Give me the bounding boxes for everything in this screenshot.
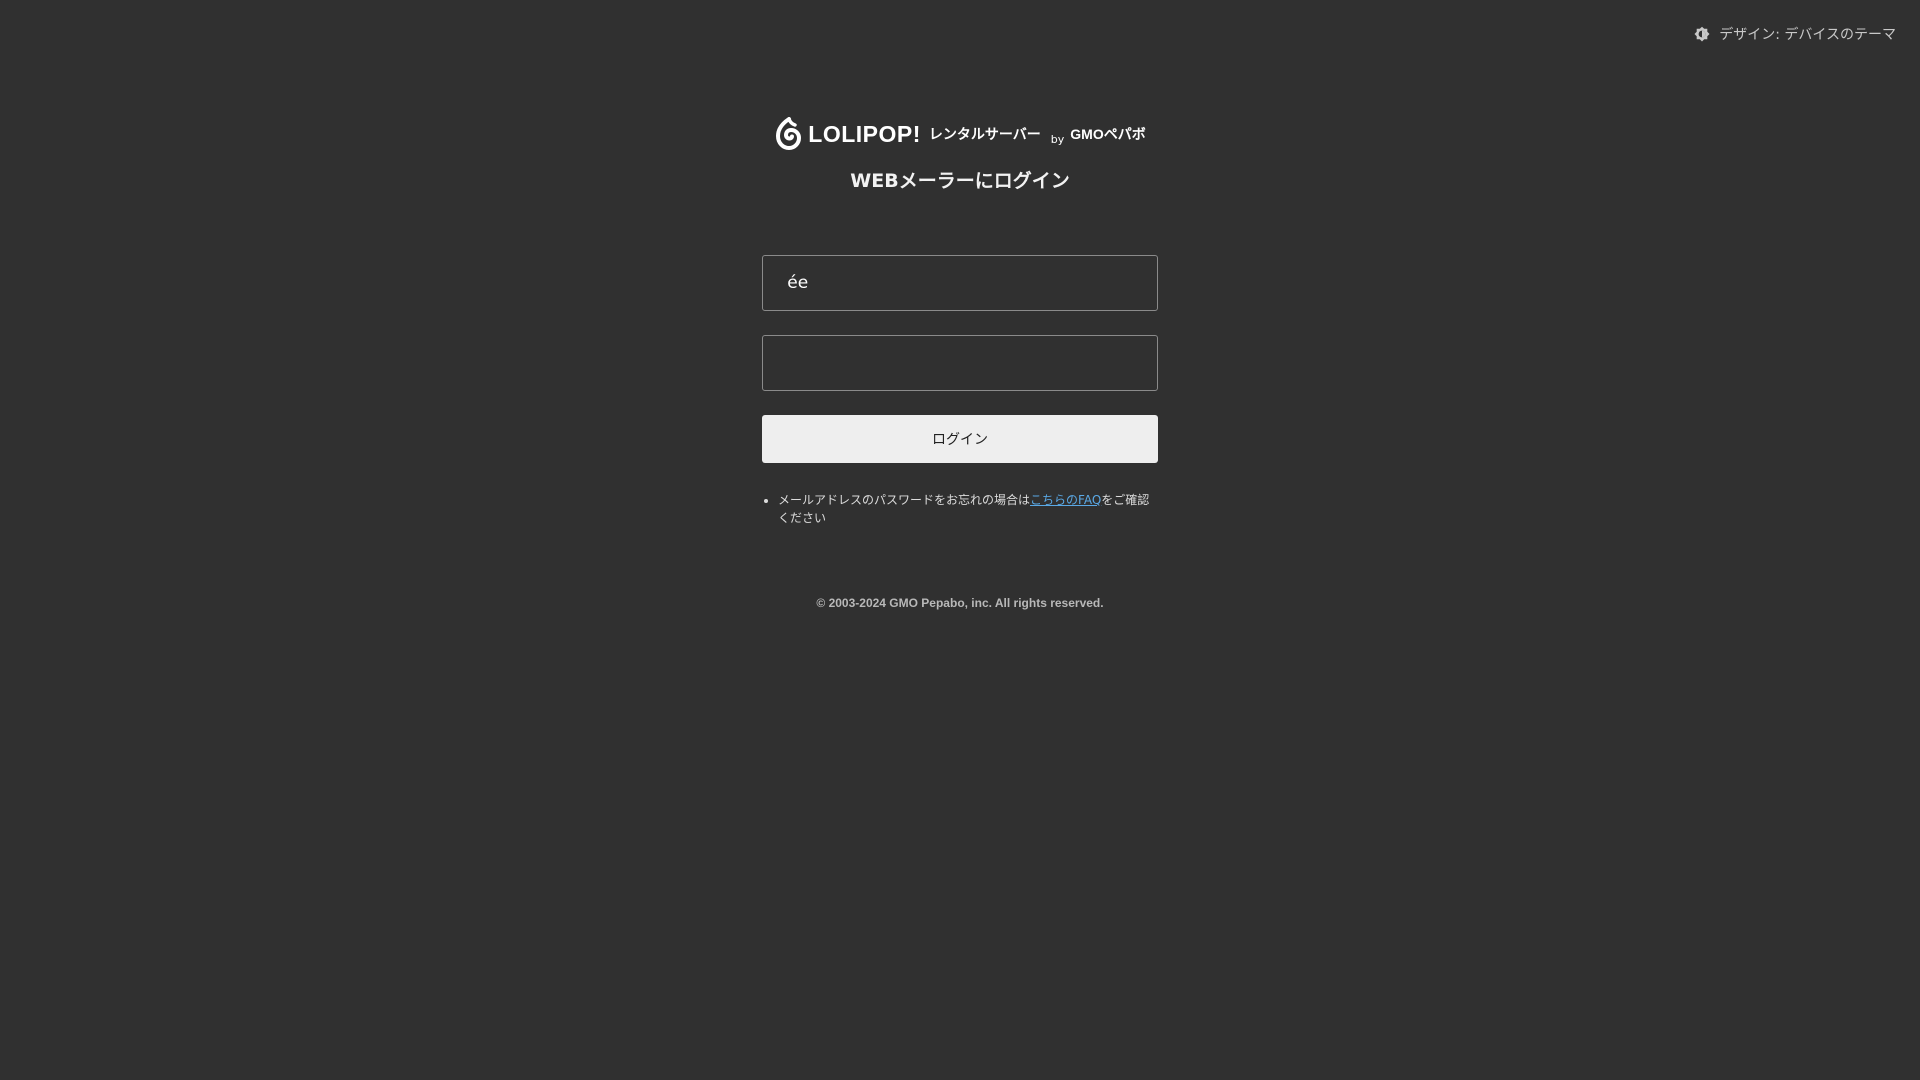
password-field[interactable] [762,335,1158,391]
faq-link[interactable]: こちらのFAQ [1030,493,1101,507]
note-text-before: メールアドレスのパスワードをお忘れの場合は [778,493,1031,507]
logo: LOLIPOP! レンタルサーバー by GMOペパボ [762,108,1158,160]
login-button[interactable]: ログイン [762,415,1158,463]
logo-by: by [1050,133,1065,146]
forgot-password-note: メールアドレスのパスワードをお忘れの場合はこちらのFAQをご確認ください [778,491,1158,527]
login-panel: LOLIPOP! レンタルサーバー by GMOペパボ WEBメーラーにログイン… [762,100,1158,527]
email-field[interactable] [762,255,1158,311]
logo-subtitle: レンタルサーバー [928,127,1041,143]
copyright-footer: © 2003-2024 GMO Pepabo, inc. All rights … [816,596,1104,610]
logo-company: GMOペパボ [1070,126,1146,142]
page-title: WEBメーラーにログイン [850,170,1070,192]
theme-toggle[interactable]: デザイン: デバイスのテーマ [1693,24,1896,44]
theme-icon [1694,26,1710,42]
theme-toggle-label: デザイン: デバイスのテーマ [1719,27,1896,43]
lolipop-logo-icon [776,117,802,151]
login-form: ログイン [762,255,1158,463]
help-notes: メールアドレスのパスワードをお忘れの場合はこちらのFAQをご確認ください [762,491,1158,527]
logo-wordmark: LOLIPOP! [808,120,921,147]
